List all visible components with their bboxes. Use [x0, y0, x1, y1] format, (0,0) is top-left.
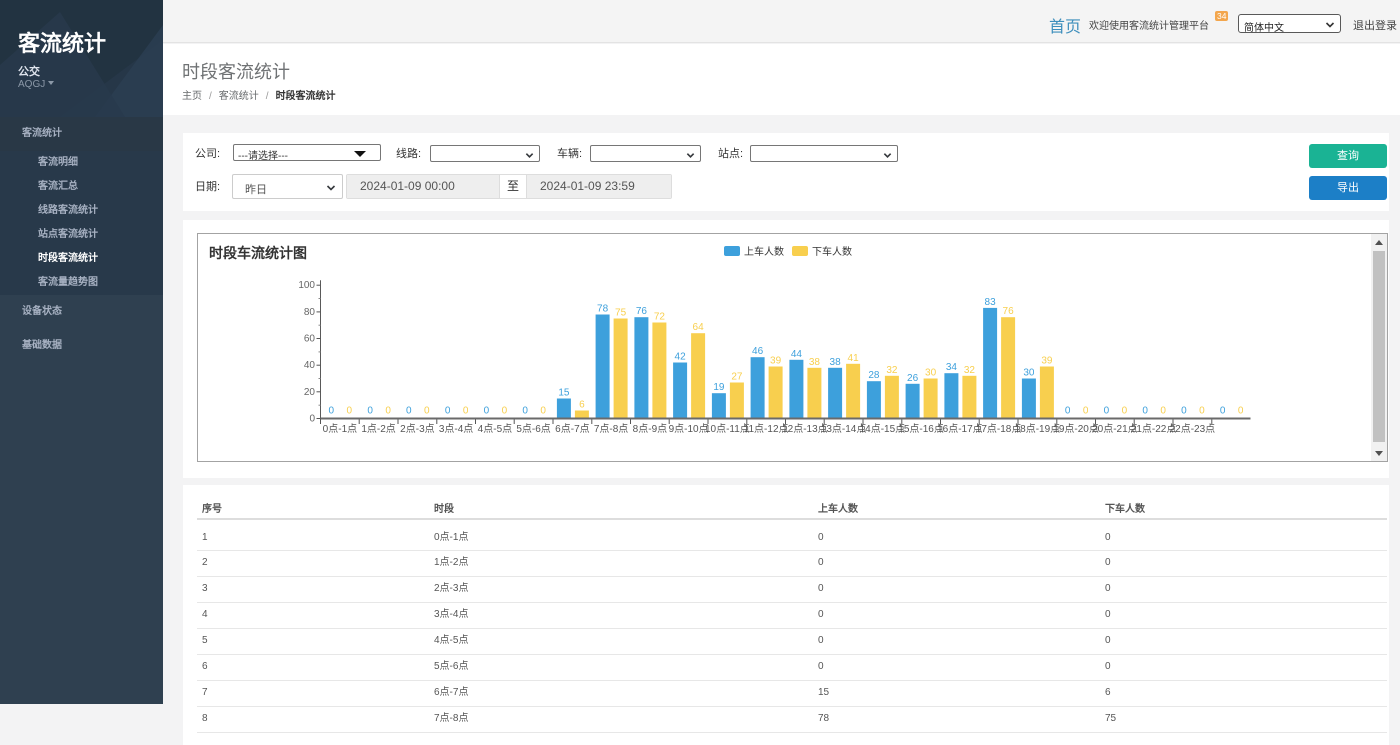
- svg-text:0: 0: [484, 406, 490, 417]
- svg-text:80: 80: [304, 307, 316, 318]
- svg-text:0: 0: [1160, 406, 1166, 417]
- svg-text:8点-9点: 8点-9点: [633, 423, 667, 435]
- svg-text:0: 0: [463, 406, 469, 417]
- svg-text:0点-1点: 0点-1点: [323, 423, 357, 435]
- svg-text:39: 39: [1041, 356, 1053, 367]
- svg-text:0: 0: [1104, 406, 1110, 417]
- svg-text:44: 44: [791, 349, 803, 360]
- svg-text:26: 26: [907, 373, 919, 384]
- svg-text:0: 0: [522, 406, 528, 417]
- svg-text:64: 64: [693, 322, 705, 333]
- svg-text:30: 30: [1023, 368, 1035, 379]
- svg-text:20: 20: [304, 387, 316, 398]
- svg-text:0: 0: [309, 414, 315, 425]
- svg-text:6: 6: [579, 400, 585, 411]
- svg-text:0: 0: [329, 406, 335, 417]
- svg-text:42: 42: [675, 352, 687, 363]
- svg-text:0: 0: [502, 406, 508, 417]
- svg-text:0: 0: [1083, 406, 1089, 417]
- svg-text:3点-4点: 3点-4点: [439, 423, 473, 435]
- svg-text:0: 0: [1065, 406, 1071, 417]
- svg-text:0: 0: [1238, 406, 1244, 417]
- svg-text:0: 0: [1142, 406, 1148, 417]
- svg-text:0: 0: [1181, 406, 1187, 417]
- svg-text:0: 0: [540, 406, 546, 417]
- svg-text:39: 39: [770, 356, 782, 367]
- svg-text:0: 0: [367, 406, 373, 417]
- svg-text:78: 78: [597, 304, 609, 315]
- svg-text:76: 76: [636, 306, 648, 317]
- svg-text:83: 83: [985, 297, 997, 308]
- svg-text:19: 19: [713, 382, 725, 393]
- svg-text:100: 100: [298, 280, 315, 291]
- svg-text:0: 0: [406, 406, 412, 417]
- svg-text:2点-3点: 2点-3点: [400, 423, 434, 435]
- svg-text:75: 75: [615, 308, 627, 319]
- svg-text:38: 38: [830, 357, 842, 368]
- svg-text:0: 0: [347, 406, 353, 417]
- svg-text:7点-8点: 7点-8点: [594, 423, 628, 435]
- svg-text:72: 72: [654, 312, 666, 323]
- svg-text:27: 27: [731, 372, 743, 383]
- svg-text:0: 0: [1220, 406, 1226, 417]
- svg-text:0: 0: [1122, 406, 1128, 417]
- svg-text:40: 40: [304, 360, 316, 371]
- svg-text:4点-5点: 4点-5点: [478, 423, 512, 435]
- svg-text:0: 0: [424, 406, 430, 417]
- svg-text:32: 32: [964, 365, 976, 376]
- svg-text:60: 60: [304, 334, 316, 345]
- svg-text:22点-23点: 22点-23点: [1170, 423, 1216, 435]
- svg-text:9点-10点: 9点-10点: [669, 423, 709, 435]
- svg-text:30: 30: [925, 368, 937, 379]
- svg-text:46: 46: [752, 346, 764, 357]
- svg-text:6点-7点: 6点-7点: [555, 423, 589, 435]
- svg-text:15: 15: [558, 388, 570, 399]
- svg-text:34: 34: [946, 362, 958, 373]
- svg-text:76: 76: [1003, 306, 1015, 317]
- svg-text:0: 0: [1199, 406, 1205, 417]
- svg-text:1点-2点: 1点-2点: [361, 423, 395, 435]
- svg-text:0: 0: [385, 406, 391, 417]
- svg-text:38: 38: [809, 357, 821, 368]
- svg-text:41: 41: [848, 353, 860, 364]
- svg-text:32: 32: [886, 365, 898, 376]
- svg-text:5点-6点: 5点-6点: [516, 423, 550, 435]
- svg-text:0: 0: [445, 406, 451, 417]
- svg-text:28: 28: [868, 370, 880, 381]
